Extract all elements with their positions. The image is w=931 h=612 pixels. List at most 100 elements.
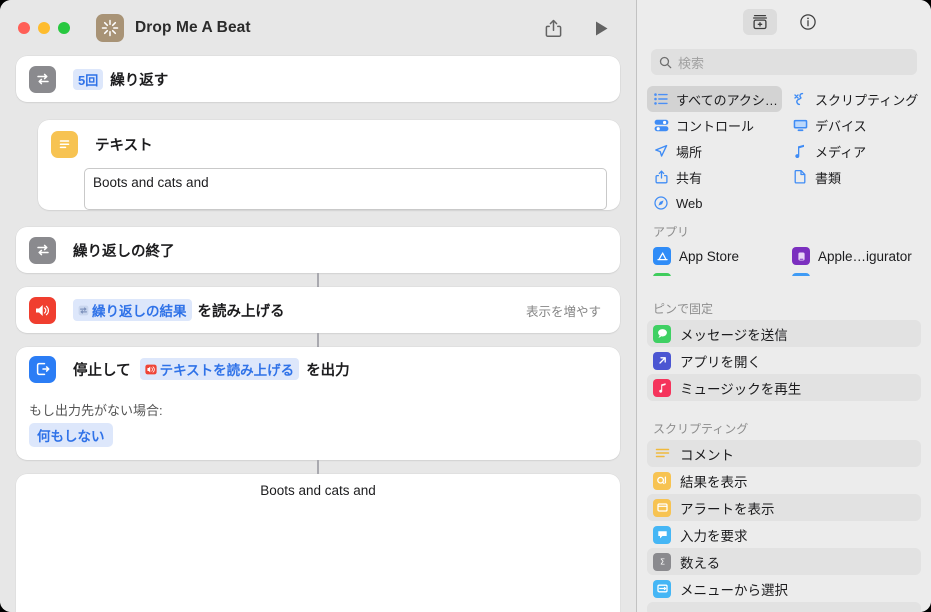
app-item[interactable]: Apple…igurator xyxy=(786,243,921,269)
category-devices[interactable]: デバイス xyxy=(786,112,921,138)
repeat-icon xyxy=(29,237,56,264)
action-label: 数える xyxy=(680,552,720,572)
workflow-canvas: 5回 繰り返す xyxy=(0,56,636,612)
category-sharing[interactable]: 共有 xyxy=(647,164,782,190)
close-button[interactable] xyxy=(18,22,30,34)
action-label: コメント xyxy=(680,444,734,464)
action-label: メニューから選択 xyxy=(680,579,788,599)
action-label: 結果を表示 xyxy=(680,471,748,491)
device-icon xyxy=(792,119,808,132)
action-send-message[interactable]: メッセージを送信 xyxy=(647,320,921,347)
repeat-result-token-label: 繰り返しの結果 xyxy=(92,300,187,320)
share-button[interactable] xyxy=(538,13,568,43)
location-icon xyxy=(653,144,669,158)
speaker-icon xyxy=(29,297,56,324)
connector-wrap-1 xyxy=(16,273,620,287)
category-label: 書類 xyxy=(815,168,841,187)
speak-text-token[interactable]: テキストを読み上げる xyxy=(140,358,300,380)
document-title[interactable]: Drop Me A Beat xyxy=(135,19,251,37)
app-label: Apple…igurator xyxy=(818,249,912,264)
apple-configurator-icon xyxy=(792,247,810,265)
app-store-icon xyxy=(653,247,671,265)
stop-prefix-label: 停止して xyxy=(73,359,131,380)
action-repeat[interactable]: 5回 繰り返す xyxy=(16,56,620,102)
zoom-button[interactable] xyxy=(58,22,70,34)
app-item[interactable]: App Store xyxy=(647,243,782,269)
traffic-lights xyxy=(18,22,70,34)
action-speak-text[interactable]: 繰り返しの結果 を読み上げる 表示を増やす xyxy=(16,287,620,333)
search-input[interactable]: 検索 xyxy=(651,49,917,75)
repeat-result-token[interactable]: 繰り返しの結果 xyxy=(73,299,192,321)
app-label: App Store xyxy=(679,249,739,264)
shortcuts-app-icon xyxy=(96,14,124,42)
text-input-field[interactable]: Boots and cats and xyxy=(84,168,607,210)
category-documents[interactable]: 書類 xyxy=(786,164,921,190)
info-circle-icon[interactable] xyxy=(791,9,825,35)
action-end-repeat[interactable]: 繰り返しの終了 xyxy=(16,227,620,273)
action-label: ミュージックを再生 xyxy=(680,378,801,398)
show-alert-icon xyxy=(653,499,671,517)
open-app-icon xyxy=(653,352,671,370)
show-result-icon xyxy=(653,472,671,490)
connector-line xyxy=(317,333,319,347)
category-location[interactable]: 場所 xyxy=(647,138,782,164)
action-choose-from-menu[interactable]: メニューから選択 xyxy=(647,575,921,602)
category-label: 共有 xyxy=(676,168,702,187)
apps-section: アプリ App Store Apple…igurator xyxy=(637,216,931,295)
search-placeholder: 検索 xyxy=(678,53,704,72)
count-sigma-icon: Σ xyxy=(653,553,671,571)
category-label: スクリプティング xyxy=(815,90,918,109)
sidebar-separator xyxy=(637,401,931,413)
category-controls[interactable]: コントロール xyxy=(647,112,782,138)
action-open-app[interactable]: アプリを開く xyxy=(647,347,921,374)
show-more-button[interactable]: 表示を増やす xyxy=(526,301,607,320)
action-text-row: テキスト xyxy=(38,120,620,164)
action-text[interactable]: テキスト Boots and cats and xyxy=(38,120,620,210)
result-preview: Boots and cats and xyxy=(16,474,620,612)
action-library-icon[interactable] xyxy=(743,9,777,35)
action-library-sidebar: 検索 すべてのアクシ… xyxy=(636,0,931,612)
action-label: アプリを開く xyxy=(680,351,761,371)
text-action-label: テキスト xyxy=(95,134,153,155)
comment-icon xyxy=(653,445,671,463)
stop-suffix-label: を出力 xyxy=(306,359,350,380)
category-all-actions[interactable]: すべてのアクシ… xyxy=(647,86,782,112)
action-label: 入力を要求 xyxy=(680,525,748,545)
no-output-condition-value[interactable]: 何もしない xyxy=(29,423,113,447)
repeat-icon xyxy=(29,66,56,93)
no-output-condition-label: もし出力先がない場合: xyxy=(16,400,620,419)
category-label: メディア xyxy=(815,142,866,161)
repeat-count-token[interactable]: 5回 xyxy=(73,69,103,90)
choose-menu-icon xyxy=(653,580,671,598)
action-count[interactable]: Σ 数える xyxy=(647,548,921,575)
action-speak-row: 繰り返しの結果 を読み上げる 表示を増やす xyxy=(16,287,620,333)
controls-icon xyxy=(653,119,669,132)
sidebar-toolbar xyxy=(637,0,931,44)
action-repeat-row: 5回 繰り返す xyxy=(16,56,620,102)
safari-icon xyxy=(653,196,669,210)
action-comment[interactable]: コメント xyxy=(647,440,921,467)
category-web[interactable]: Web xyxy=(647,190,782,216)
messages-icon xyxy=(653,325,671,343)
action-play-music[interactable]: ミュージックを再生 xyxy=(647,374,921,401)
action-stop-output[interactable]: 停止して テキストを読み上げる を出力 もし出力先がない場合: 何もしない xyxy=(16,347,620,460)
action-next-partial[interactable] xyxy=(647,602,921,612)
search-wrapper: 検索 xyxy=(637,44,931,75)
apps-section-title: アプリ xyxy=(637,216,931,243)
category-label: Web xyxy=(676,196,703,211)
scripting-section-title: スクリプティング xyxy=(637,413,931,440)
category-label: デバイス xyxy=(815,116,867,135)
pinned-list: メッセージを送信 アプリを開く ミュージックを再生 xyxy=(637,320,931,401)
action-show-result[interactable]: 結果を表示 xyxy=(647,467,921,494)
exit-icon xyxy=(29,356,56,383)
category-scripting[interactable]: スクリプティング xyxy=(786,86,921,112)
action-ask-for-input[interactable]: 入力を要求 xyxy=(647,521,921,548)
run-button[interactable] xyxy=(586,13,616,43)
music-icon xyxy=(653,379,671,397)
action-show-alert[interactable]: アラートを表示 xyxy=(647,494,921,521)
category-media[interactable]: メディア xyxy=(786,138,921,164)
result-preview-text: Boots and cats and xyxy=(260,483,376,498)
action-label: アラートを表示 xyxy=(680,498,775,518)
minimize-button[interactable] xyxy=(38,22,50,34)
apps-clip-cover xyxy=(637,276,931,298)
